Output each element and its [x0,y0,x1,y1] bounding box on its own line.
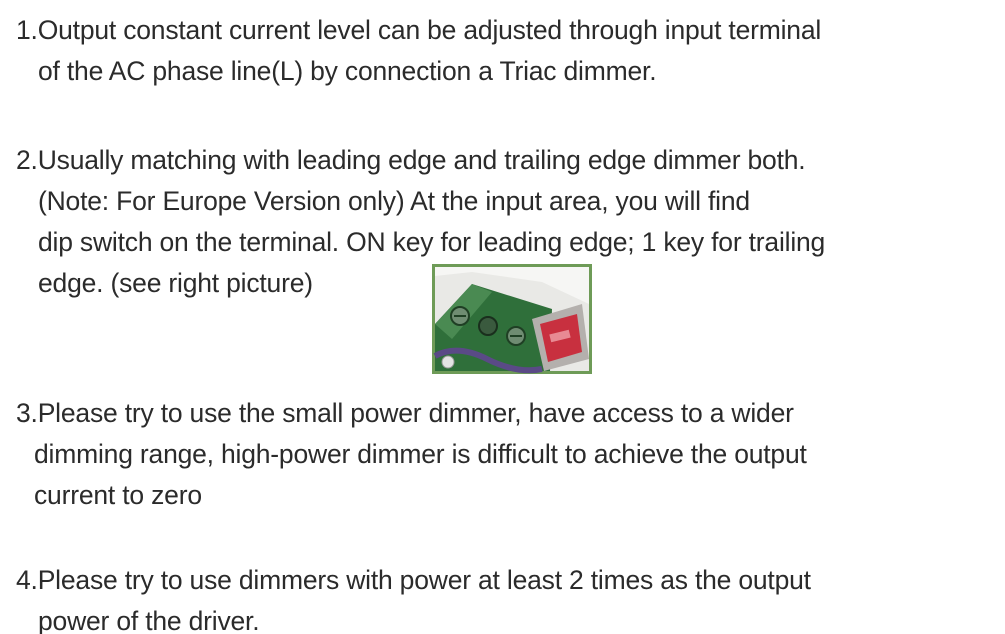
document-page: 1.Output constant current level can be a… [0,0,1005,634]
item-4-line-2: power of the driver. [38,606,260,634]
item-3-line-3: current to zero [34,480,202,510]
dip-switch-terminal-photo [432,264,592,374]
item-2-line-1: 2.Usually matching with leading edge and… [16,145,806,175]
item-2-line-2: (Note: For Europe Version only) At the i… [38,186,750,216]
item-4-line-1: 4.Please try to use dimmers with power a… [16,565,811,595]
item-2-line-4: edge. (see right picture) [38,268,313,298]
item-2-line-3: dip switch on the terminal. ON key for l… [38,227,826,257]
item-1-line-2: of the AC phase line(L) by connection a … [38,56,657,86]
item-3-line-1: 3.Please try to use the small power dimm… [16,398,794,428]
item-1-line-1: 1.Output constant current level can be a… [16,15,822,45]
item-3-line-2: dimming range, high-power dimmer is diff… [34,439,807,469]
